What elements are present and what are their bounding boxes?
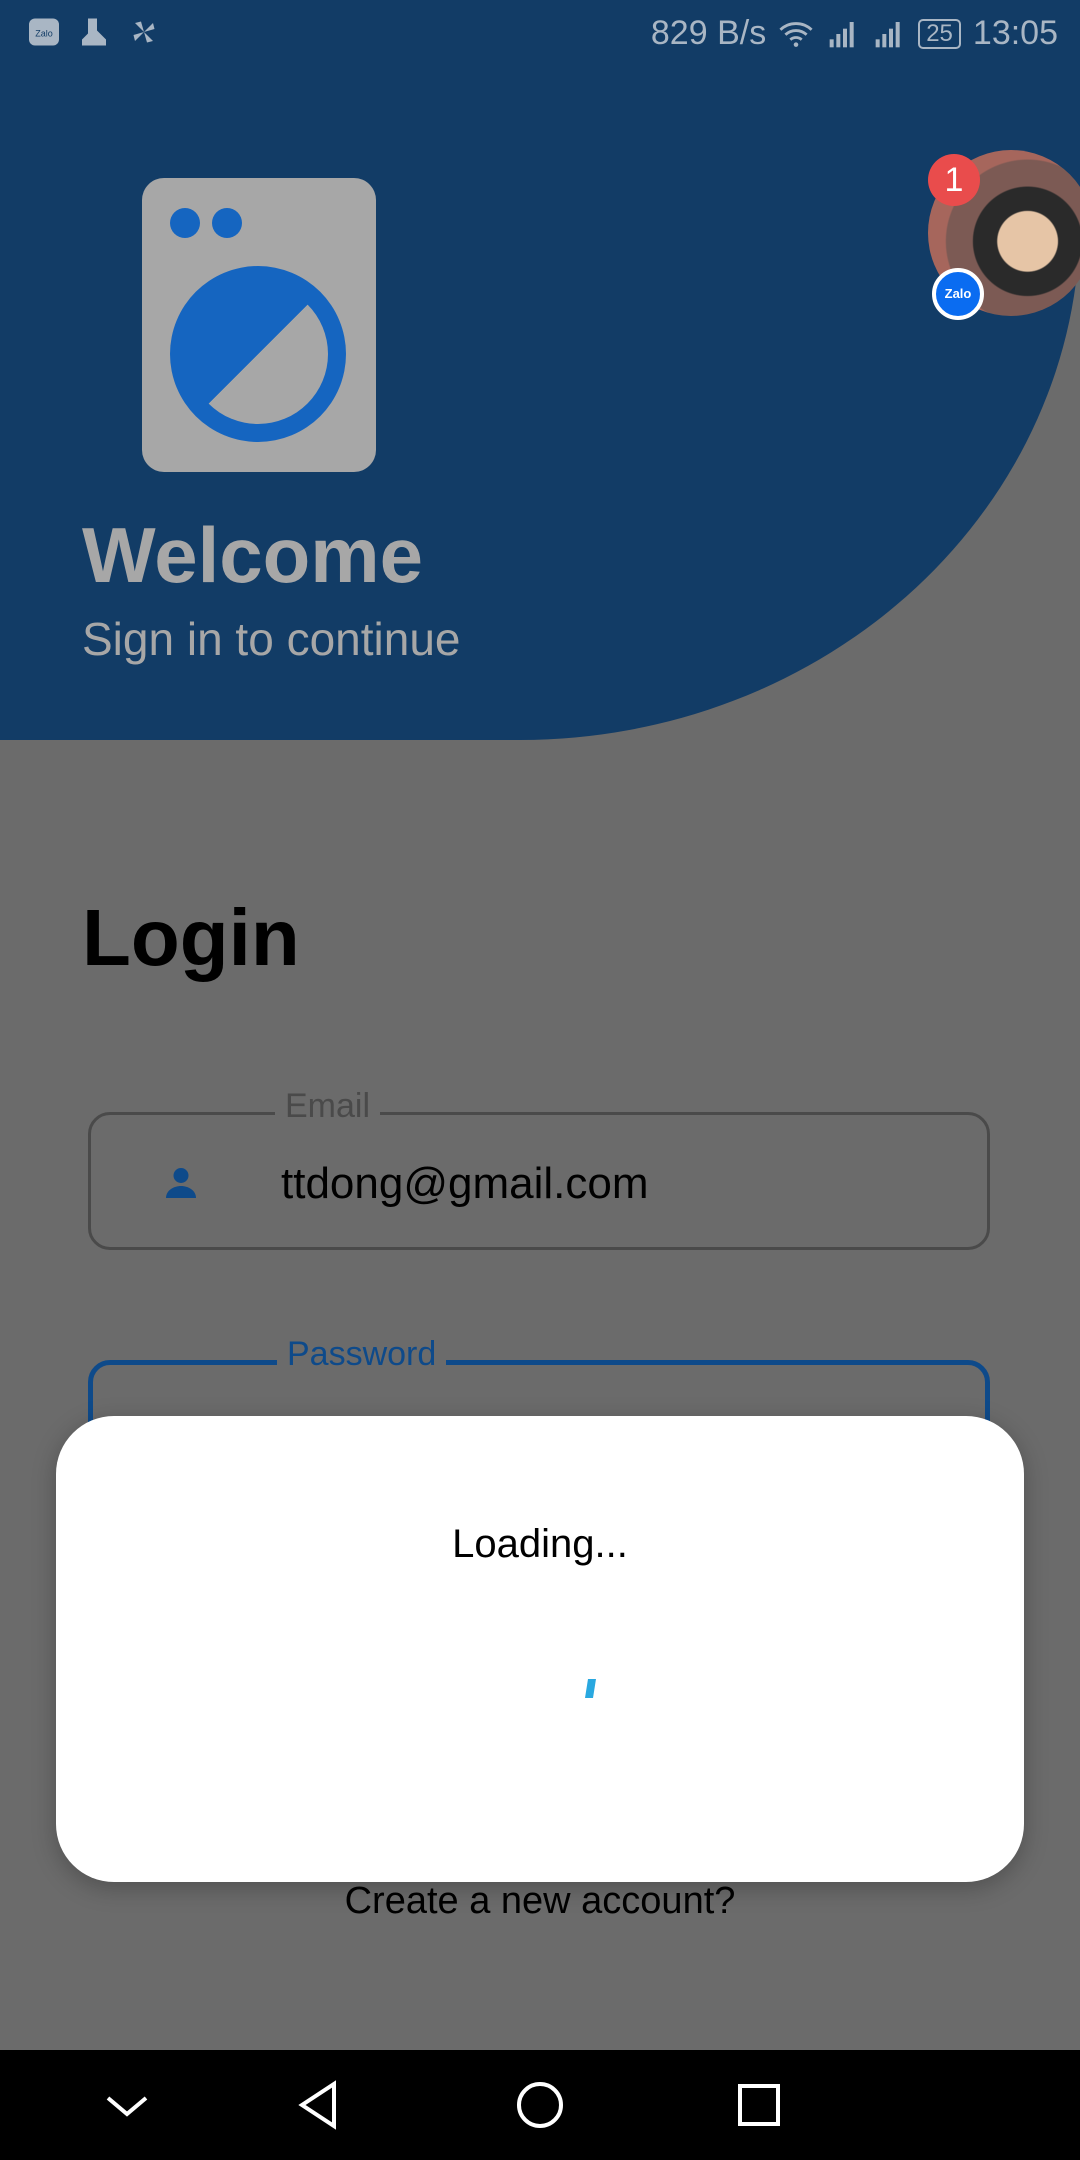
email-field[interactable]: Email ttdong@gmail.com [88,1087,990,1250]
battery-level: 25 [926,19,953,47]
washing-machine-logo [142,178,376,472]
chat-head[interactable]: 1 Zalo [928,150,1080,320]
logo-dot [212,208,242,238]
loading-message: Loading... [452,1522,628,1566]
logo-drum-half [188,284,328,424]
net-speed: 829 B/s [650,14,767,52]
system-icons: 829 B/s 25 13:05 [651,14,1058,53]
signal-icon [829,21,854,47]
loading-spinner-icon [585,1679,596,1698]
navigation-bar [0,2050,1080,2160]
notification-icons: Zalo [26,14,162,50]
loading-dialog: Loading... [56,1416,1024,1882]
home-icon[interactable] [505,2070,575,2140]
welcome-subtitle: Sign in to continue [82,613,461,665]
svg-text:Zalo: Zalo [35,29,53,39]
create-account-link[interactable]: Create a new account? [0,1880,1080,1923]
zalo-badge-icon: Zalo [932,268,984,320]
chevron-down-icon[interactable] [92,2070,162,2140]
zalo-icon: Zalo [29,18,59,46]
app-screen: Welcome Sign in to continue Login Email … [0,0,1080,2160]
back-icon[interactable] [286,2070,356,2140]
fan-icon [133,21,155,43]
battery-icon: 25 [918,18,961,49]
wifi-icon [779,21,813,47]
app-icon [82,18,106,46]
clock: 13:05 [972,14,1058,52]
email-label: Email [275,1087,381,1126]
login-title: Login [82,893,300,982]
notification-badge: 1 [928,154,980,206]
person-icon [166,1168,196,1198]
welcome-title: Welcome [82,511,424,599]
email-value: ttdong@gmail.com [281,1159,649,1208]
logo-dot [170,208,200,238]
status-bar: Zalo 829 B/s 25 13:05 [0,0,1080,68]
recents-icon[interactable] [724,2070,794,2140]
password-label: Password [277,1335,447,1374]
signal-icon [875,21,900,47]
